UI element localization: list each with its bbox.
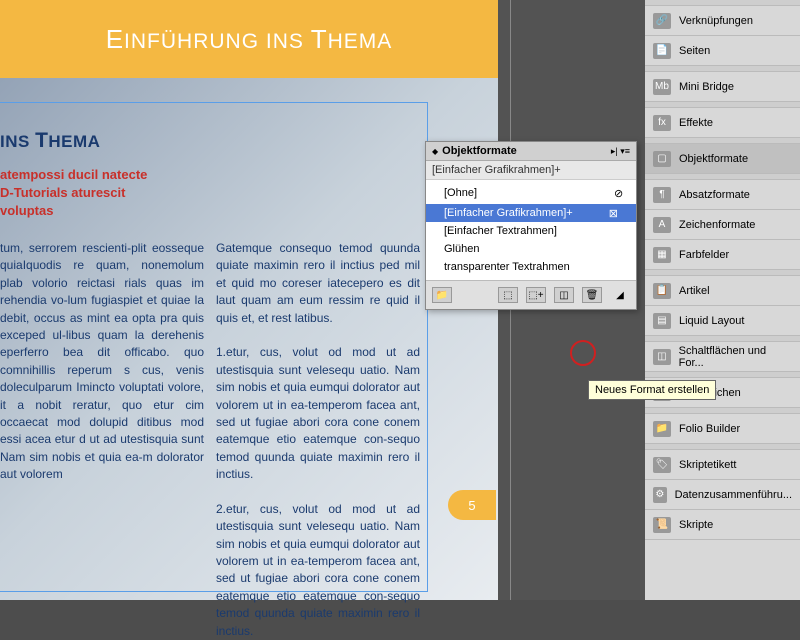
panel-icon: 📁 (653, 421, 671, 437)
sidebar-item-absatzformate[interactable]: ¶ Absatzformate (645, 180, 800, 210)
style-list: [Ohne]⊘[Einfacher Grafikrahmen]+⊠[Einfac… (426, 180, 636, 280)
sidebar-item-artikel[interactable]: 📋 Artikel (645, 276, 800, 306)
panel-icon: A (653, 217, 671, 233)
panel-label: Folio Builder (679, 423, 740, 435)
sidebar-item-farbfelder[interactable]: ▦ Farbfelder (645, 240, 800, 270)
panel-label: Artikel (679, 285, 710, 297)
panel-label: Zeichenformate (679, 219, 755, 231)
frame-icon: ⊠ (609, 207, 618, 220)
sidebar-item-schaltflchenundfor[interactable]: ◫ Schaltflächen und For... (645, 342, 800, 372)
panel-icon: fx (653, 115, 671, 131)
panel-label: Schaltflächen und For... (679, 345, 792, 369)
panel-label: Farbfelder (679, 249, 729, 261)
body-columns: tum, serrorem rescienti-plit eosseque qu… (0, 240, 420, 640)
folder-icon[interactable]: 📁 (432, 287, 452, 303)
sidebar-item-liquidlayout[interactable]: ▤ Liquid Layout (645, 306, 800, 336)
panel-label: Skripte (679, 519, 713, 531)
panel-icon: 📜 (653, 517, 671, 533)
sidebar-item-datenzusammenfhru[interactable]: ⚙ Datenzusammenführu... (645, 480, 800, 510)
sidebar-item-effekte[interactable]: fx Effekte (645, 108, 800, 138)
page-number-badge: 5 (448, 490, 496, 520)
style-item[interactable]: Glühen (426, 240, 636, 258)
style-item[interactable]: transparenter Textrahmen (426, 258, 636, 276)
panel-label: Datenzusammenführu... (675, 489, 792, 501)
sidebar-item-skripte[interactable]: 📜 Skripte (645, 510, 800, 540)
style-item[interactable]: [Ohne]⊘ (426, 184, 636, 204)
panel-icon: 🏷 (653, 457, 671, 473)
panel-icon: ▤ (653, 313, 671, 329)
panel-label: Objektformate (679, 153, 748, 165)
object-styles-panel[interactable]: ◆ Objektformate ▸| ▾≡ [Einfacher Grafikr… (425, 141, 637, 310)
panel-title: Objektformate (442, 145, 517, 157)
sidebar-item-minibridge[interactable]: Mb Mini Bridge (645, 72, 800, 102)
break-link-icon[interactable]: ⬚+ (526, 287, 546, 303)
panel-label: Absatzformate (679, 189, 750, 201)
panel-icon: ⚙ (653, 487, 667, 503)
clear-override-icon[interactable]: ⬚ (498, 287, 518, 303)
style-item[interactable]: [Einfacher Grafikrahmen]+⊠ (426, 204, 636, 222)
style-item[interactable]: [Einfacher Textrahmen] (426, 222, 636, 240)
intro-red-text: atempossi ducil natecteD-Tutorials ature… (0, 166, 147, 221)
panel-icon: ▦ (653, 247, 671, 263)
resize-icon[interactable]: ◢ (610, 287, 630, 303)
panel-icon: 🔗 (653, 13, 671, 29)
panel-icon: ¶ (653, 187, 671, 203)
panel-label: Liquid Layout (679, 315, 744, 327)
sidebar-item-skriptetikett[interactable]: 🏷 Skriptetikett (645, 450, 800, 480)
sidebar-item-objektformate[interactable]: ▢ Objektformate (645, 144, 800, 174)
sidebar-item-seiten[interactable]: 📄 Seiten (645, 36, 800, 66)
column-2: Gatemque consequo temod quunda quiate ma… (216, 240, 420, 640)
column-1: tum, serrorem rescienti-plit eosseque qu… (0, 240, 204, 640)
panel-icon: ▢ (653, 151, 671, 167)
delete-icon[interactable]: 🗑 (582, 287, 602, 303)
tooltip: Neues Format erstellen (588, 380, 716, 400)
sidebar-item-verknpfungen[interactable]: 🔗 Verknüpfungen (645, 6, 800, 36)
none-icon: ⊘ (614, 187, 628, 201)
panel-label: Seiten (679, 45, 710, 57)
panel-icon: 📋 (653, 283, 671, 299)
panels-sidebar: 🔗 Verknüpfungen 📄 Seiten Mb Mini Bridge fx Effe… (645, 0, 800, 600)
panel-header[interactable]: ◆ Objektformate ▸| ▾≡ (426, 142, 636, 161)
sidebar-item-zeichenformate[interactable]: A Zeichenformate (645, 210, 800, 240)
page-header: EINFÜHRUNG INS THEMA (0, 0, 498, 78)
panel-label: Skriptetikett (679, 459, 736, 471)
new-style-icon[interactable]: ◫ (554, 287, 574, 303)
document-canvas[interactable]: EINFÜHRUNG INS THEMA INS THEMA atempossi… (0, 0, 498, 600)
panel-icon: ◫ (653, 349, 671, 365)
panel-icon: 📄 (653, 43, 671, 59)
panel-menu-icon[interactable]: ▸| ▾≡ (611, 146, 630, 157)
panel-label: Effekte (679, 117, 713, 129)
panel-label: Mini Bridge (679, 81, 734, 93)
panel-icon: Mb (653, 79, 671, 95)
collapse-icon[interactable]: ◆ (432, 147, 438, 156)
panel-label: Verknüpfungen (679, 15, 753, 27)
applied-style: [Einfacher Grafikrahmen]+ (426, 161, 636, 180)
panel-footer: 📁 ⬚ ⬚+ ◫ 🗑 ◢ (426, 280, 636, 309)
sidebar-item-foliobuilder[interactable]: 📁 Folio Builder (645, 414, 800, 444)
section-title: INS THEMA (0, 129, 100, 153)
